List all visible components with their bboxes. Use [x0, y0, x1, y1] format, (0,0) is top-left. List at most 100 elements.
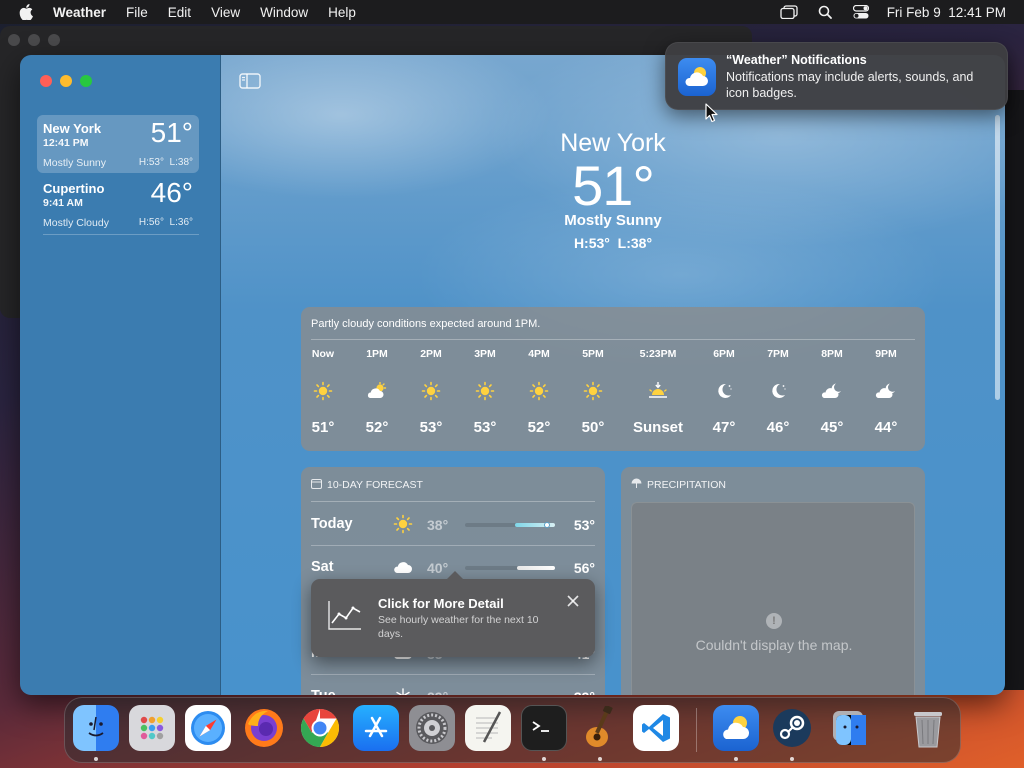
hourly-item: 4PM 52° — [509, 345, 569, 436]
precipitation-map[interactable]: ! Couldn't display the map. — [631, 502, 915, 695]
safari-icon[interactable] — [185, 705, 231, 751]
hourly-temperature: Sunset — [632, 419, 683, 436]
steam-icon[interactable] — [769, 705, 815, 751]
zoom-window-button[interactable] — [80, 75, 92, 87]
running-indicator — [734, 757, 738, 761]
forecast-day: Today — [311, 516, 353, 532]
current-high-low: H:53° L:38° — [573, 235, 653, 251]
more-detail-tooltip[interactable]: Click for More Detail See hourly weather… — [311, 571, 595, 657]
menu-help[interactable]: Help — [328, 5, 356, 20]
current-temperature: 51° — [572, 154, 655, 217]
location-card-new-york[interactable]: New York 12:41 PM 51° Mostly Sunny H:53°… — [37, 115, 199, 173]
launchpad-icon[interactable] — [129, 705, 175, 751]
sidebar-toggle-icon[interactable] — [239, 73, 261, 89]
calendar-icon — [311, 478, 322, 492]
location-condition: Mostly Cloudy — [43, 217, 109, 229]
hourly-item: 9PM 44° — [856, 345, 916, 436]
temperature-range-bar — [465, 566, 555, 570]
notification-banner[interactable]: “Weather” Notifications Notifications ma… — [665, 42, 1008, 110]
sun-icon — [391, 512, 415, 536]
notification-title: “Weather” Notifications — [726, 53, 867, 67]
forecast-day: Sat — [311, 559, 334, 575]
location-card-cupertino[interactable]: Cupertino 9:41 AM 46° Mostly Cloudy H:56… — [37, 175, 199, 233]
hourly-item: Now 51° — [293, 345, 353, 436]
window-stack-icon[interactable] — [779, 4, 799, 20]
minimize-window-button[interactable] — [60, 75, 72, 87]
menu-edit[interactable]: Edit — [168, 5, 191, 20]
finder-stack-icon[interactable] — [825, 705, 871, 751]
current-temp-dot — [544, 522, 551, 528]
hourly-temperature: 51° — [311, 419, 335, 436]
hourly-time-label: 9PM — [875, 348, 897, 360]
forecast-low: 40° — [427, 560, 449, 576]
location-temp: 51° — [150, 117, 193, 148]
dock — [64, 697, 961, 763]
sidebar-divider — [43, 234, 199, 235]
tooltip-arrow — [446, 571, 464, 580]
hourly-time-label: Now — [311, 348, 335, 360]
menu-bar: Weather File Edit View Window Help Fri F… — [0, 0, 1024, 24]
trash-icon[interactable] — [905, 705, 951, 751]
hourly-time-label: 8PM — [821, 348, 843, 360]
hourly-time-label: 5PM — [582, 348, 604, 360]
app-store-icon[interactable] — [353, 705, 399, 751]
running-indicator — [542, 757, 546, 761]
current-condition: Mostly Sunny — [564, 212, 662, 229]
precipitation-header: PRECIPITATION — [631, 478, 726, 492]
forecast-header: 10-DAY FORECAST — [311, 478, 423, 492]
garageband-icon[interactable] — [577, 705, 623, 751]
forecast-row-divider — [311, 545, 595, 546]
forecast-row[interactable]: Tue 29° 39° — [311, 676, 595, 695]
running-indicator — [94, 757, 98, 761]
hourly-item: 1PM 52° — [347, 345, 407, 436]
snow-icon — [391, 684, 415, 695]
sun-icon — [509, 371, 569, 411]
textedit-icon[interactable] — [465, 705, 511, 751]
location-time: 12:41 PM — [43, 137, 89, 149]
apple-menu-icon[interactable] — [19, 4, 35, 20]
dock-separator — [696, 708, 697, 752]
location-condition: Mostly Sunny — [43, 157, 107, 169]
hourly-temperature: 45° — [820, 419, 844, 436]
finder-icon[interactable] — [73, 705, 119, 751]
hourly-forecast-card[interactable]: Partly cloudy conditions expected around… — [301, 307, 925, 451]
forecast-header-divider — [311, 501, 595, 502]
sunset-icon — [628, 371, 688, 411]
system-settings-icon[interactable] — [409, 705, 455, 751]
firefox-icon[interactable] — [241, 705, 287, 751]
menu-window[interactable]: Window — [260, 5, 308, 20]
hourly-temperature: 53° — [473, 419, 497, 436]
hourly-divider — [311, 339, 915, 340]
moon-icon — [748, 371, 808, 411]
close-icon[interactable] — [565, 593, 581, 609]
control-center-icon[interactable] — [851, 4, 871, 20]
location-high-low: H:56° L:36° — [138, 217, 193, 228]
chrome-icon[interactable] — [297, 705, 343, 751]
hourly-item: 5PM 50° — [563, 345, 623, 436]
precipitation-card[interactable]: PRECIPITATION ! Couldn't display the map… — [621, 467, 925, 695]
cloud-icon — [391, 555, 415, 579]
scrollbar[interactable] — [995, 115, 1000, 400]
close-window-button[interactable] — [40, 75, 52, 87]
terminal-icon[interactable] — [521, 705, 567, 751]
hourly-temperature: 50° — [581, 419, 605, 436]
menubar-clock[interactable]: Fri Feb 9 12:41 PM — [887, 5, 1006, 20]
menu-file[interactable]: File — [126, 5, 148, 20]
hourly-item: 7PM 46° — [748, 345, 808, 436]
hourly-time-label: 6PM — [713, 348, 735, 360]
menu-app-name[interactable]: Weather — [53, 5, 106, 20]
running-indicator — [790, 757, 794, 761]
hourly-temperature: 44° — [874, 419, 898, 436]
hourly-time-label: 5:23PM — [639, 348, 677, 360]
vscode-icon[interactable] — [633, 705, 679, 751]
forecast-row[interactable]: Today 38° 53° — [311, 504, 595, 544]
umbrella-icon — [631, 478, 642, 492]
menu-view[interactable]: View — [211, 5, 240, 20]
hourly-item: 8PM 45° — [802, 345, 862, 436]
notification-body: Notifications may include alerts, sounds… — [726, 70, 974, 100]
background-window-controls[interactable] — [8, 34, 60, 46]
search-icon[interactable] — [815, 4, 835, 20]
weather-icon[interactable] — [713, 705, 759, 751]
hourly-time-label: 1PM — [366, 348, 388, 360]
location-temp: 46° — [150, 177, 193, 208]
